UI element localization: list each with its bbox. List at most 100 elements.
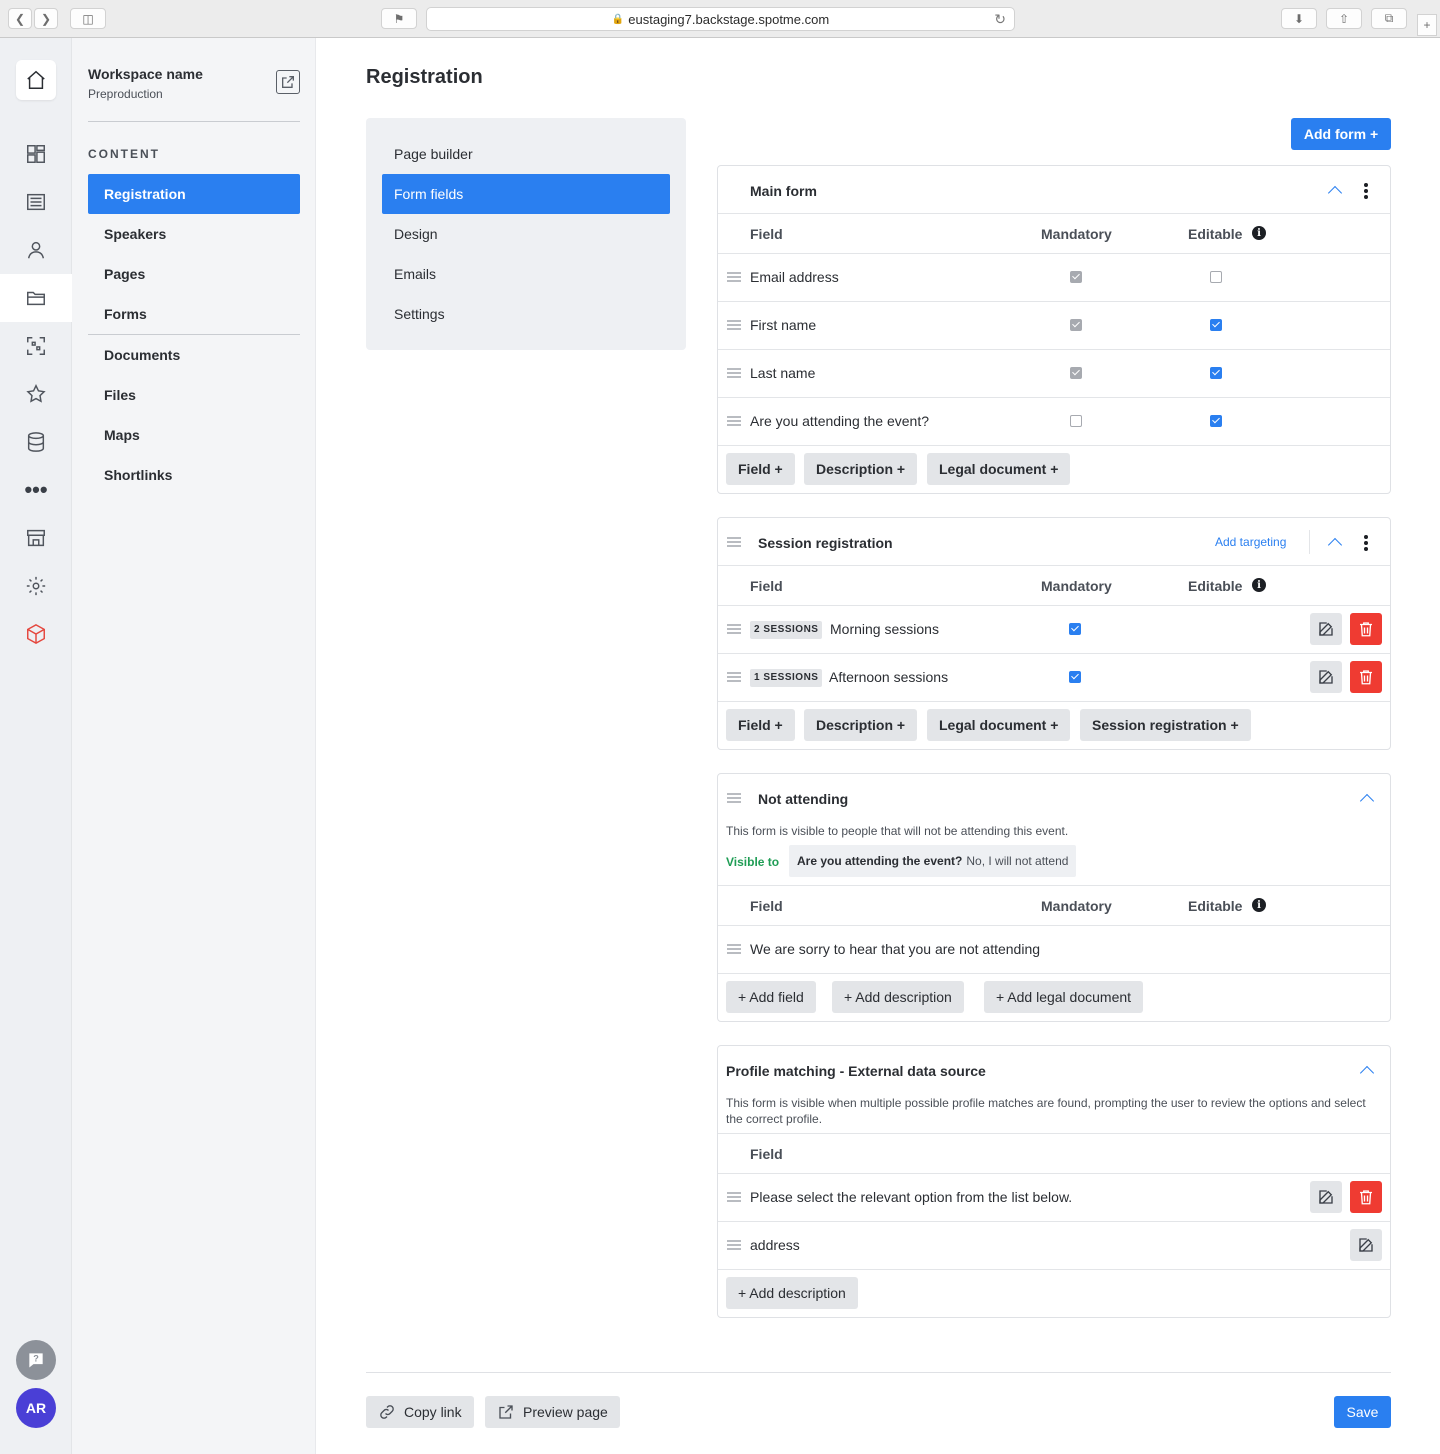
new-tab-icon[interactable]: + [1417, 14, 1437, 36]
page-title: Registration [366, 66, 483, 88]
edit-button[interactable] [1310, 613, 1342, 645]
store-icon[interactable] [0, 514, 72, 562]
add-targeting-link[interactable]: Add targeting [1215, 535, 1286, 549]
home-icon[interactable] [16, 60, 56, 100]
sidebar-item-maps[interactable]: Maps [88, 415, 300, 455]
editable-checkbox[interactable] [1210, 415, 1222, 427]
reload-icon[interactable]: ↻ [994, 11, 1006, 28]
add-description-button[interactable]: + Add description [726, 1277, 858, 1309]
kebab-menu-icon[interactable] [1364, 535, 1368, 551]
external-link-icon[interactable] [276, 70, 300, 94]
add-session-registration-button[interactable]: Session registration + [1080, 709, 1251, 741]
delete-button[interactable] [1350, 1181, 1382, 1213]
chevron-up-icon[interactable] [1327, 185, 1343, 201]
drag-handle-icon[interactable] [727, 1192, 741, 1202]
drag-handle-icon[interactable] [727, 416, 741, 426]
add-field-button[interactable]: + Add field [726, 981, 816, 1013]
dashboard-icon[interactable] [0, 130, 72, 178]
chevron-up-icon[interactable] [1359, 793, 1375, 809]
share-icon[interactable]: ⇧ [1326, 8, 1362, 29]
delete-button[interactable] [1350, 661, 1382, 693]
drag-handle-icon[interactable] [727, 624, 741, 634]
add-description-button[interactable]: + Add description [832, 981, 964, 1013]
column-mandatory: Mandatory [1041, 898, 1112, 914]
sidebar-toggle-icon[interactable]: ◫ [70, 8, 106, 29]
add-legal-document-button[interactable]: Legal document + [927, 453, 1071, 485]
editable-checkbox[interactable] [1210, 319, 1222, 331]
subnav-form-fields[interactable]: Form fields [382, 174, 670, 214]
add-field-button[interactable]: Field + [726, 709, 795, 741]
sessions-count-badge: 1 SESSIONS [750, 669, 823, 687]
people-icon[interactable] [0, 226, 72, 274]
tabs-icon[interactable]: ⧉ [1371, 8, 1407, 29]
editable-checkbox[interactable] [1210, 271, 1222, 283]
extension-icon[interactable]: ⚑ [381, 8, 417, 29]
package-icon[interactable] [0, 610, 72, 658]
drag-handle-icon[interactable] [727, 793, 741, 803]
sidebar-item-speakers[interactable]: Speakers [88, 214, 300, 254]
settings-gear-icon[interactable] [0, 562, 72, 610]
edit-button[interactable] [1350, 1229, 1382, 1261]
add-legal-document-button[interactable]: Legal document + [927, 709, 1071, 741]
drag-handle-icon[interactable] [727, 368, 741, 378]
folder-icon[interactable] [0, 274, 72, 322]
delete-button[interactable] [1350, 613, 1382, 645]
mandatory-checkbox[interactable] [1070, 415, 1082, 427]
editable-checkbox[interactable] [1210, 367, 1222, 379]
chevron-up-icon[interactable] [1327, 537, 1343, 553]
add-legal-document-button[interactable]: + Add legal document [984, 981, 1144, 1013]
table-header: Field [718, 1133, 1390, 1173]
chevron-up-icon[interactable] [1359, 1065, 1375, 1081]
help-icon[interactable]: ? [16, 1340, 56, 1380]
drag-handle-icon[interactable] [727, 537, 741, 547]
sidebar-item-shortlinks[interactable]: Shortlinks [88, 455, 300, 495]
info-icon[interactable]: i [1252, 578, 1266, 592]
edit-button[interactable] [1310, 661, 1342, 693]
drag-handle-icon[interactable] [727, 320, 741, 330]
mandatory-checkbox[interactable] [1069, 671, 1081, 683]
back-icon[interactable]: ❮ [8, 8, 32, 29]
edit-icon [1359, 1238, 1373, 1252]
subnav-emails[interactable]: Emails [382, 254, 670, 294]
forward-icon[interactable]: ❯ [34, 8, 58, 29]
card-actions: + Add field + Add description + Add lega… [718, 973, 1390, 1021]
sidebar-item-pages[interactable]: Pages [88, 254, 300, 294]
not-attending-card: Not attending This form is visible to pe… [717, 773, 1391, 1022]
drag-handle-icon[interactable] [727, 672, 741, 682]
kebab-menu-icon[interactable] [1364, 183, 1368, 199]
mandatory-checkbox [1070, 319, 1082, 331]
avatar[interactable]: AR [16, 1388, 56, 1428]
info-icon[interactable]: i [1252, 226, 1266, 240]
info-icon[interactable]: i [1252, 898, 1266, 912]
drag-handle-icon[interactable] [727, 944, 741, 954]
sidebar-item-documents[interactable]: Documents [88, 335, 300, 375]
add-field-button[interactable]: Field + [726, 453, 795, 485]
drag-handle-icon[interactable] [727, 272, 741, 282]
sidebar-item-registration[interactable]: Registration [88, 174, 300, 214]
qr-code-icon[interactable] [0, 322, 72, 370]
trash-icon [1360, 622, 1372, 637]
edit-button[interactable] [1310, 1181, 1342, 1213]
download-icon[interactable]: ⬇ [1281, 8, 1317, 29]
add-form-button[interactable]: Add form + [1291, 118, 1391, 150]
visibility-condition[interactable]: Are you attending the event? No, I will … [789, 845, 1077, 877]
add-description-button[interactable]: Description + [804, 709, 918, 741]
column-mandatory: Mandatory [1041, 226, 1112, 242]
subnav-design[interactable]: Design [382, 214, 670, 254]
database-icon[interactable] [0, 418, 72, 466]
star-icon[interactable] [0, 370, 72, 418]
add-description-button[interactable]: Description + [804, 453, 918, 485]
agenda-icon[interactable] [0, 178, 72, 226]
table-row: 1 SESSIONS Afternoon sessions [718, 653, 1390, 701]
address-bar[interactable]: 🔒 eustaging7.backstage.spotme.com ↻ [426, 7, 1015, 31]
drag-handle-icon[interactable] [727, 1240, 741, 1250]
preview-page-button[interactable]: Preview page [485, 1396, 620, 1428]
save-button[interactable]: Save [1334, 1396, 1391, 1428]
sidebar-item-forms[interactable]: Forms [88, 294, 300, 334]
subnav-page-builder[interactable]: Page builder [382, 134, 670, 174]
copy-link-button[interactable]: Copy link [366, 1396, 474, 1428]
subnav-settings[interactable]: Settings [382, 294, 670, 334]
sidebar-item-files[interactable]: Files [88, 375, 300, 415]
more-icon[interactable]: ••• [0, 466, 72, 514]
mandatory-checkbox[interactable] [1069, 623, 1081, 635]
